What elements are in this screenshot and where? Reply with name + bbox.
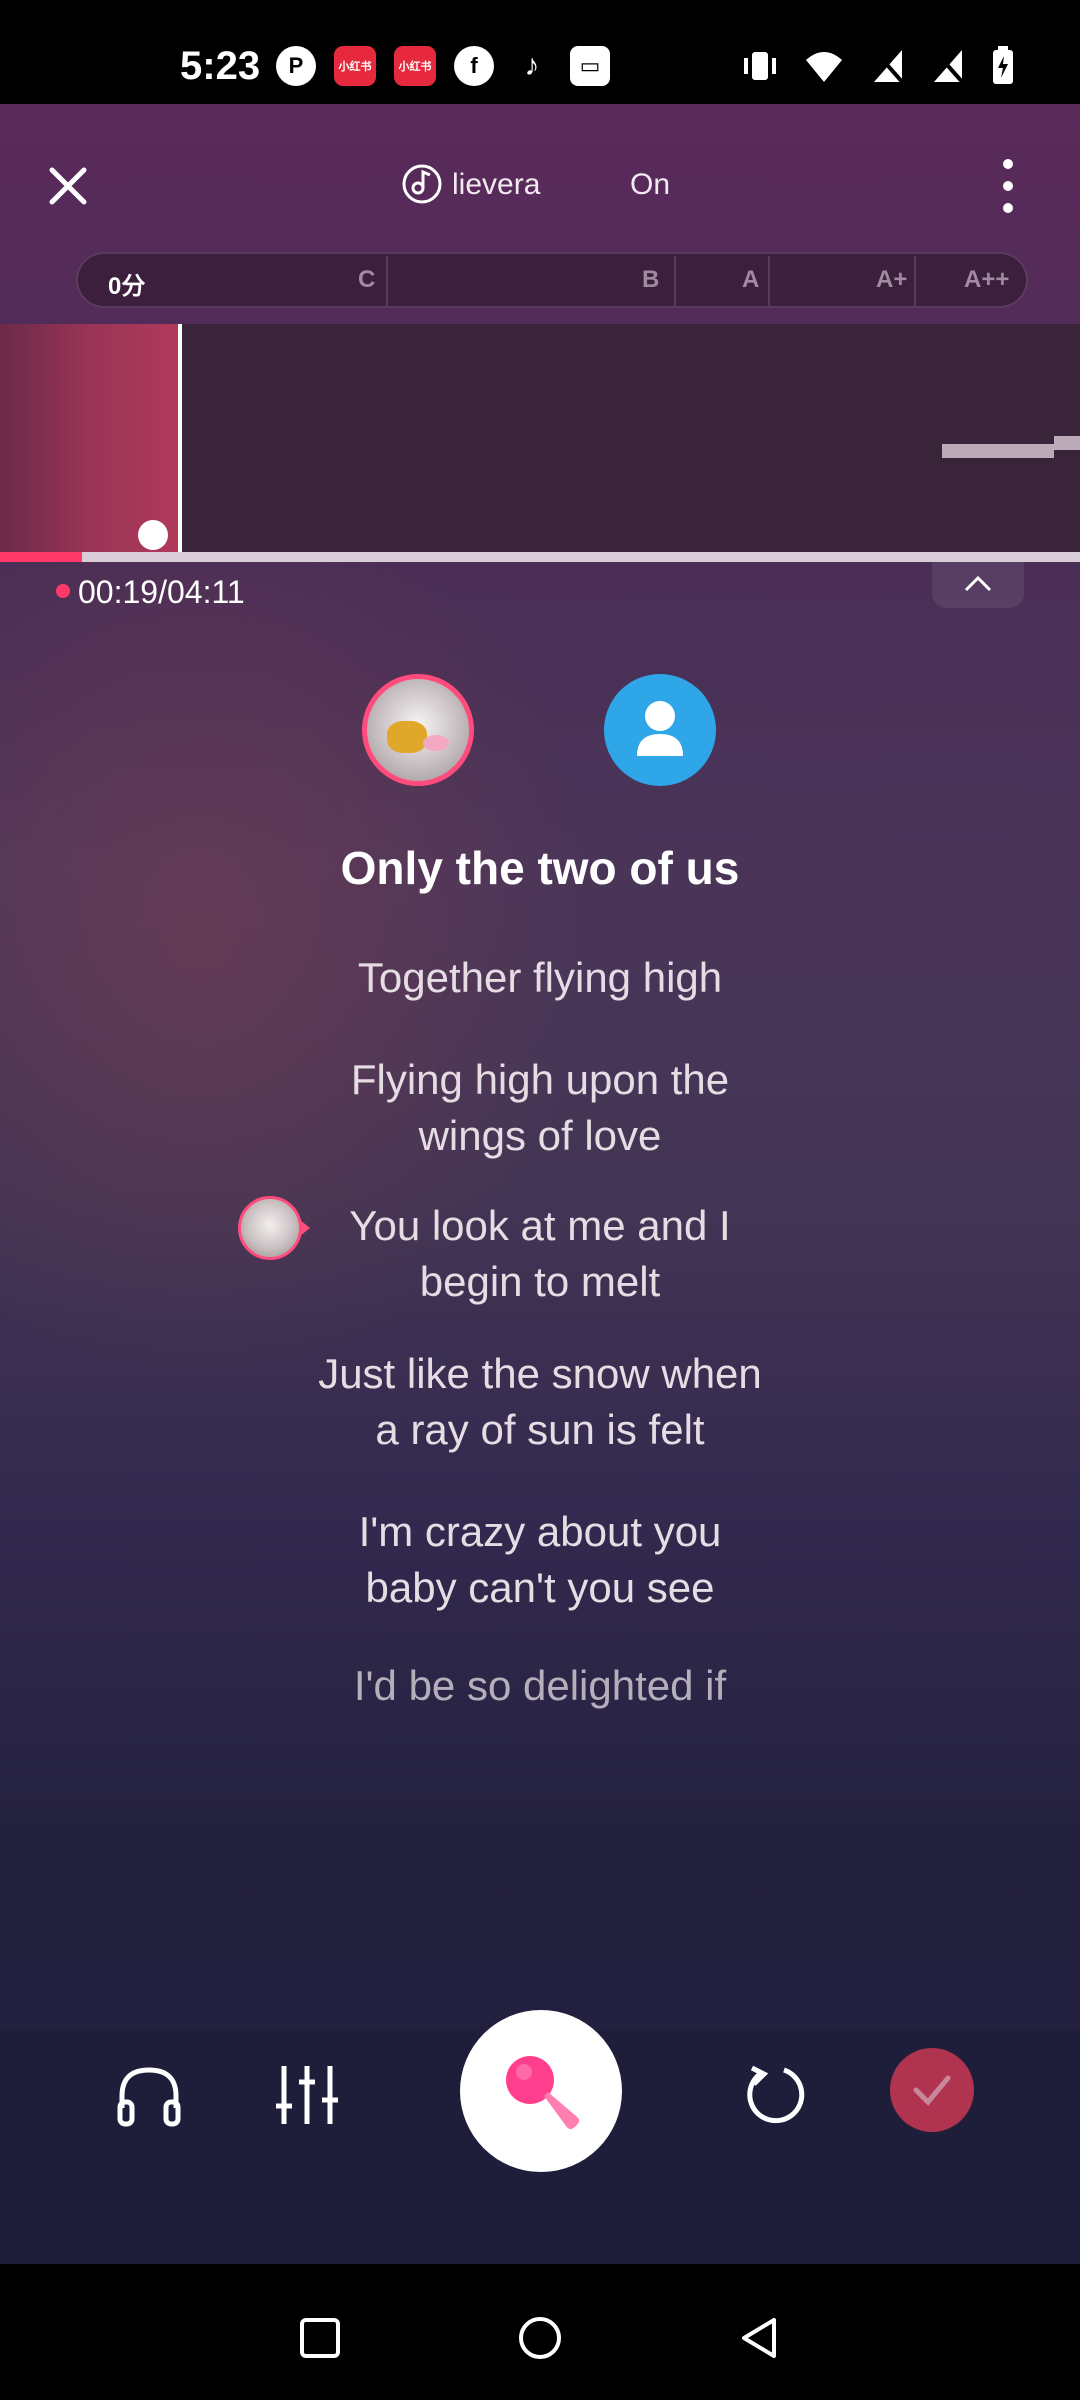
grade-divider <box>386 256 388 306</box>
recents-icon[interactable] <box>294 2312 346 2364</box>
header: lievera On <box>0 104 1080 224</box>
score-bar: 0分 C B A A+ A++ <box>76 252 1028 308</box>
progress-fill <box>0 552 82 562</box>
navigation-bar <box>0 2264 1080 2400</box>
pitch-graph <box>0 324 1080 552</box>
xiaohongshu-icon: 小红书 <box>394 46 436 86</box>
song-title: lievera <box>452 168 541 201</box>
lyric-line: Just like the snow when a ray of sun is … <box>318 1350 762 1453</box>
status-time: 5:23 <box>180 44 261 88</box>
duet-partner-avatar[interactable] <box>604 674 716 786</box>
pitch-cursor <box>178 324 182 552</box>
lyric-line: I'd be so delighted if <box>353 1662 727 1709</box>
progress-track[interactable] <box>0 552 1080 562</box>
grade-divider <box>674 256 676 306</box>
lyric-line-current: Only the two of us <box>340 842 740 894</box>
flower-image <box>387 721 427 753</box>
close-icon[interactable] <box>44 162 92 210</box>
wifi-icon <box>806 52 842 82</box>
more-options-icon[interactable] <box>996 156 1020 216</box>
status-right-icons <box>742 46 1016 86</box>
check-icon <box>913 2075 951 2106</box>
equalizer-icon[interactable] <box>272 2060 342 2130</box>
chevron-up-icon <box>964 575 992 592</box>
record-button[interactable] <box>460 2010 622 2172</box>
restart-icon[interactable] <box>740 2060 810 2130</box>
home-icon[interactable] <box>514 2312 566 2364</box>
lyric-line: Together flying high <box>357 954 723 1001</box>
score-label: 0分 <box>108 273 146 300</box>
vibrate-icon <box>744 52 776 80</box>
music-disc-icon <box>402 164 442 204</box>
pitch-indicator <box>138 520 168 550</box>
singer-avatar[interactable] <box>362 674 474 786</box>
finish-button[interactable] <box>890 2048 974 2132</box>
battery-charging-icon <box>993 46 1013 84</box>
headphones-icon[interactable] <box>114 2060 184 2130</box>
recording-dot <box>56 584 70 598</box>
user-icon <box>637 701 683 756</box>
lyric-line: Flying high upon the wings of love <box>350 1056 730 1159</box>
lyric-line: I'm crazy about you baby can't you see <box>358 1508 722 1611</box>
inbox-icon: ▭ <box>570 46 610 86</box>
karaoke-screen: lievera On 0分 C B A A+ A++ 00:19/04:11 O… <box>0 104 1080 2264</box>
grade-b: B <box>642 266 660 293</box>
status-app-icons: P 小红书 小红书 f ♪ ▭ <box>276 46 610 86</box>
lyric-line: You look at me and I begin to melt <box>349 1202 731 1305</box>
grade-c: C <box>358 266 376 293</box>
no-signal-icon <box>872 48 906 86</box>
song-title-secondary: On <box>630 168 671 201</box>
tiktok-icon: ♪ <box>512 46 552 86</box>
grade-a: A <box>742 266 760 293</box>
back-icon[interactable] <box>734 2312 786 2364</box>
playback-time: 00:19/04:11 <box>78 574 245 610</box>
flower-image <box>423 735 449 751</box>
microphone-icon <box>506 2056 579 2129</box>
grade-a-plus-plus: A++ <box>964 266 1010 293</box>
status-bar: 5:23 P 小红书 小红书 f ♪ ▭ <box>0 0 1080 104</box>
pitch-played-region <box>0 324 180 552</box>
p-icon: P <box>276 46 316 86</box>
grade-divider <box>914 256 916 306</box>
grade-divider <box>768 256 770 306</box>
no-signal-icon <box>932 48 966 86</box>
grade-a-plus: A+ <box>876 266 908 293</box>
collapse-button[interactable] <box>932 562 1024 608</box>
facebook-icon: f <box>454 46 494 86</box>
pitch-note <box>1054 436 1080 450</box>
xiaohongshu-icon: 小红书 <box>334 46 376 86</box>
pitch-note <box>942 444 1054 458</box>
